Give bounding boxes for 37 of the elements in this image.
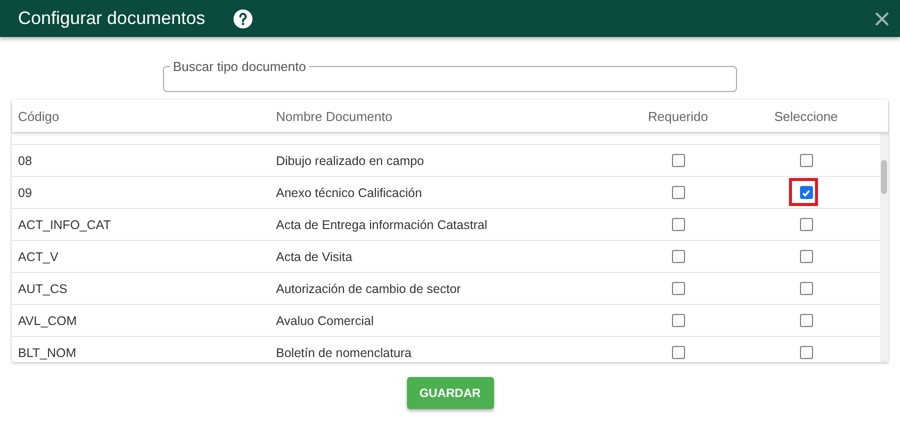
table-cell-text: Avaluo Comercial xyxy=(276,314,375,328)
required-checkbox[interactable] xyxy=(672,250,684,263)
column-header: Código xyxy=(17,108,60,124)
close-icon[interactable] xyxy=(874,10,890,26)
table-cell-text: ACT_INFO_CAT xyxy=(17,218,112,232)
table-cell-text: Acta de Visita xyxy=(276,250,354,264)
search-field[interactable]: Buscar tipo documento xyxy=(163,59,737,92)
required-checkbox[interactable] xyxy=(672,314,684,327)
required-checkbox[interactable] xyxy=(672,154,684,167)
select-checkbox[interactable] xyxy=(800,346,812,359)
select-checkbox[interactable] xyxy=(800,186,812,199)
scrollbar[interactable] xyxy=(880,132,888,362)
table-cell-text: Autorización de cambio de sector xyxy=(276,282,462,296)
required-checkbox[interactable] xyxy=(672,186,684,199)
required-checkbox[interactable] xyxy=(672,282,684,295)
table-cell-text: Anexo técnico Calificación xyxy=(276,186,423,200)
column-header: Requerido xyxy=(647,108,709,124)
table-cell-text: BLT_NOM xyxy=(17,346,78,360)
column-header: Nombre Documento xyxy=(276,108,394,124)
table-cell-text: AUT_CS xyxy=(17,282,68,296)
column-header: Seleccione xyxy=(773,108,839,124)
table-cell-text: Dibujo realizado en campo xyxy=(276,154,426,168)
table-cell-text: ACT_V xyxy=(17,250,60,264)
select-checkbox[interactable] xyxy=(800,314,812,327)
table-cell-text: 09 xyxy=(17,186,33,200)
select-checkbox[interactable] xyxy=(800,250,812,263)
table-cell-text: 08 xyxy=(17,154,33,168)
table-cell-text: AVL_COM xyxy=(17,314,78,328)
required-checkbox[interactable] xyxy=(672,346,684,359)
select-checkbox[interactable] xyxy=(800,154,812,167)
help-icon[interactable] xyxy=(233,8,254,28)
window-title: Configurar documentos xyxy=(18,8,206,29)
table-cell-text: Acta de Entrega información Catastral xyxy=(276,218,488,232)
select-checkbox[interactable] xyxy=(800,218,812,231)
select-checkbox[interactable] xyxy=(800,282,812,295)
required-checkbox[interactable] xyxy=(672,218,684,231)
table-cell-text: Boletín de nomenclatura xyxy=(276,346,413,360)
